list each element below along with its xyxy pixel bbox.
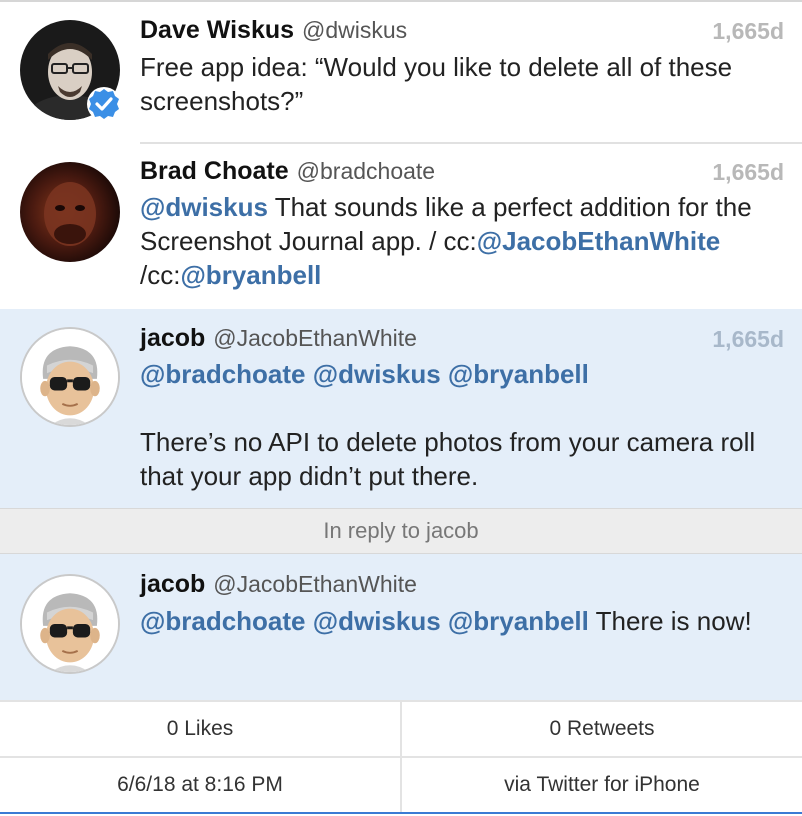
tweet-timestamp: 6/6/18 at 8:16 PM bbox=[117, 773, 283, 796]
tweet-body: There’s no API to delete photos from you… bbox=[140, 427, 756, 491]
user-handle[interactable]: @JacobEthanWhite bbox=[213, 325, 417, 351]
likes-count[interactable]: 0 Likes bbox=[0, 702, 400, 756]
avatar-brad-choate[interactable] bbox=[20, 162, 120, 262]
tweet-text: @bradchoate @dwiskus @bryanbell There’s … bbox=[140, 357, 772, 493]
mention-line: @bradchoate @dwiskus @bryanbell bbox=[140, 357, 772, 391]
tweet-dave-wiskus[interactable]: Dave Wiskus @dwiskus 1,665d Free app idea… bbox=[0, 0, 802, 144]
mention-link[interactable]: @dwiskus bbox=[140, 192, 268, 222]
text-segment: There is now! bbox=[588, 606, 752, 636]
engagement-stats: 0 Likes 0 Retweets bbox=[0, 700, 802, 756]
display-name[interactable]: jacob bbox=[140, 570, 205, 598]
user-handle[interactable]: @bradchoate bbox=[297, 158, 435, 184]
tweet-text: @dwiskus That sounds like a perfect addi… bbox=[140, 190, 772, 292]
tweet-text: @bradchoate @dwiskus @bryanbell There is… bbox=[140, 604, 772, 638]
display-name[interactable]: Brad Choate bbox=[140, 157, 289, 185]
memoji-sunglasses-avatar-icon bbox=[22, 329, 118, 425]
user-handle[interactable]: @JacobEthanWhite bbox=[213, 571, 417, 597]
mention-link[interactable]: @bryanbell bbox=[448, 606, 589, 636]
tweet-header: jacob @JacobEthanWhite 1,665d bbox=[140, 324, 784, 354]
user-handle[interactable]: @dwiskus bbox=[302, 17, 407, 43]
mention-link[interactable]: @bryanbell bbox=[180, 260, 321, 290]
reply-context-bar[interactable]: In reply to jacob bbox=[0, 508, 802, 554]
tweet-jacob-reply[interactable]: jacob @JacobEthanWhite @bradchoate @dwisk… bbox=[0, 554, 802, 700]
tweet-age: 1,665d bbox=[712, 18, 784, 44]
mention-link[interactable]: @dwiskus bbox=[313, 359, 441, 389]
tweet-jacob-original[interactable]: jacob @JacobEthanWhite 1,665d @bradchoate… bbox=[0, 309, 802, 508]
mention-link[interactable]: @bradchoate bbox=[140, 606, 306, 636]
tweet-meta: 6/6/18 at 8:16 PM via Twitter for iPhone bbox=[0, 756, 802, 814]
display-name[interactable]: Dave Wiskus bbox=[140, 16, 294, 44]
tweet-source[interactable]: via Twitter for iPhone bbox=[400, 758, 802, 812]
mention-link[interactable]: @JacobEthanWhite bbox=[477, 226, 720, 256]
text-segment: /cc: bbox=[140, 260, 181, 290]
tweet-age: 1,665d bbox=[712, 326, 784, 352]
mention-link[interactable]: @bryanbell bbox=[448, 359, 589, 389]
tweet-brad-choate[interactable]: Brad Choate @bradchoate 1,665d @dwiskus T… bbox=[0, 142, 802, 309]
avatar-jacob[interactable] bbox=[20, 574, 120, 674]
tweet-header: Dave Wiskus @dwiskus 1,665d bbox=[140, 16, 784, 46]
mention-link[interactable]: @dwiskus bbox=[313, 606, 441, 636]
tweet-text: Free app idea: “Would you like to delete… bbox=[140, 52, 733, 116]
verified-badge-icon bbox=[87, 87, 121, 121]
tweet-header: jacob @JacobEthanWhite bbox=[140, 570, 784, 600]
display-name[interactable]: jacob bbox=[140, 324, 205, 352]
mention-link[interactable]: @bradchoate bbox=[140, 359, 306, 389]
tweet-age: 1,665d bbox=[712, 159, 784, 185]
person-photo-avatar-icon bbox=[20, 162, 120, 262]
memoji-sunglasses-avatar-icon bbox=[22, 576, 118, 672]
tweet-header: Brad Choate @bradchoate 1,665d bbox=[140, 157, 784, 187]
avatar-jacob[interactable] bbox=[20, 327, 120, 427]
retweets-count[interactable]: 0 Retweets bbox=[400, 702, 802, 756]
